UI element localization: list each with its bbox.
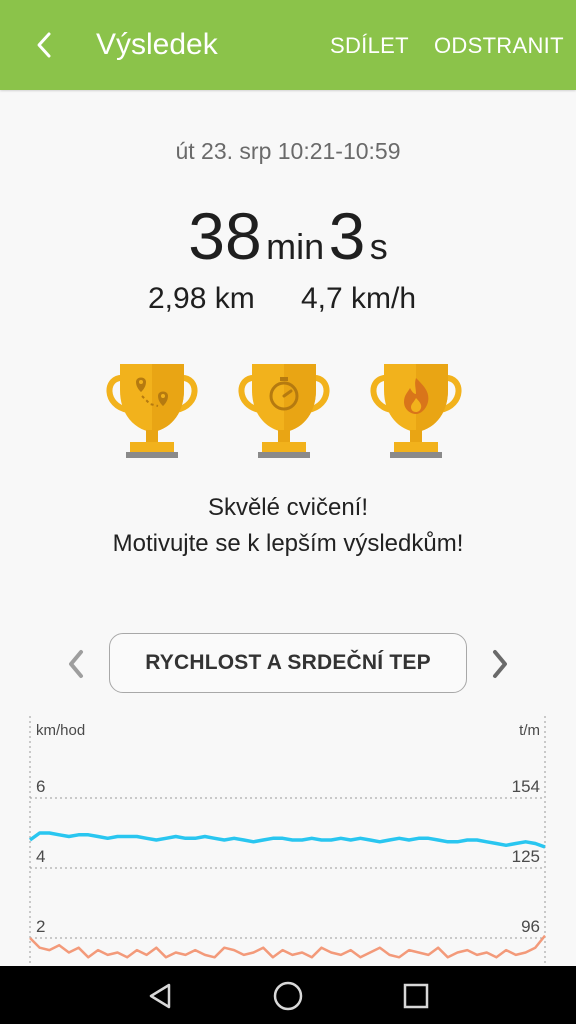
chevron-left-icon bbox=[69, 650, 83, 678]
nav-home-button[interactable] bbox=[266, 974, 310, 1018]
nav-recents-icon bbox=[403, 983, 429, 1009]
distance-value: 2,98 km bbox=[148, 282, 255, 315]
page-title: Výsledek bbox=[96, 28, 218, 61]
message-line-1: Skvělé cvičení! bbox=[207, 494, 369, 521]
duration-seconds: 3 bbox=[328, 199, 366, 273]
route-trophy-icon bbox=[106, 364, 198, 458]
back-button[interactable] bbox=[22, 22, 66, 68]
chart-type-selector[interactable]: RYCHLOST A SRDEČNÍ TEP bbox=[109, 633, 467, 693]
delete-button[interactable]: ODSTRANIT bbox=[434, 31, 564, 61]
duration-minutes: 38 bbox=[188, 199, 262, 273]
duration-minutes-unit: min bbox=[266, 226, 325, 267]
stopwatch-trophy-icon bbox=[238, 364, 330, 458]
back-arrow-icon bbox=[37, 32, 51, 58]
y-left-tick-label: 2 bbox=[36, 917, 45, 936]
chevron-right-icon bbox=[493, 650, 507, 678]
nav-back-icon bbox=[149, 983, 171, 1009]
y-left-tick-label: 6 bbox=[36, 777, 45, 796]
message-line-2: Motivujte se k lepším výsledkům! bbox=[112, 530, 464, 557]
next-chart-button[interactable] bbox=[480, 644, 520, 684]
y-right-tick-label: 154 bbox=[512, 777, 540, 796]
heart-rate-series-line bbox=[29, 934, 546, 959]
motivation-message: Skvělé cvičení! Motivujte se k lepším vý… bbox=[0, 490, 576, 562]
flame-trophy-icon bbox=[370, 364, 462, 458]
y-right-tick-label: 125 bbox=[512, 847, 540, 866]
y-left-axis-label: km/hod bbox=[36, 722, 85, 739]
nav-home-icon bbox=[273, 981, 303, 1011]
speed-value: 4,7 km/h bbox=[301, 282, 417, 315]
workout-date: út 23. srp 10:21-10:59 bbox=[175, 138, 401, 164]
y-right-tick-label: 96 bbox=[521, 917, 540, 936]
app-bar: Výsledek SDÍLET ODSTRANIT bbox=[0, 0, 576, 90]
nav-back-button[interactable] bbox=[138, 974, 182, 1018]
previous-chart-button[interactable] bbox=[56, 644, 96, 684]
speed-heart-rate-chart: km/hod t/m 6 154 4 125 2 96 bbox=[28, 716, 546, 966]
y-right-axis-label: t/m bbox=[519, 722, 540, 739]
share-button[interactable]: SDÍLET bbox=[330, 31, 409, 61]
workout-duration: 38 min 3 s bbox=[0, 196, 576, 287]
nav-recents-button[interactable] bbox=[394, 974, 438, 1018]
system-nav-bar bbox=[0, 966, 576, 1024]
speed-series-line bbox=[28, 831, 546, 849]
duration-seconds-unit: s bbox=[369, 226, 388, 267]
y-left-tick-label: 4 bbox=[36, 847, 45, 866]
